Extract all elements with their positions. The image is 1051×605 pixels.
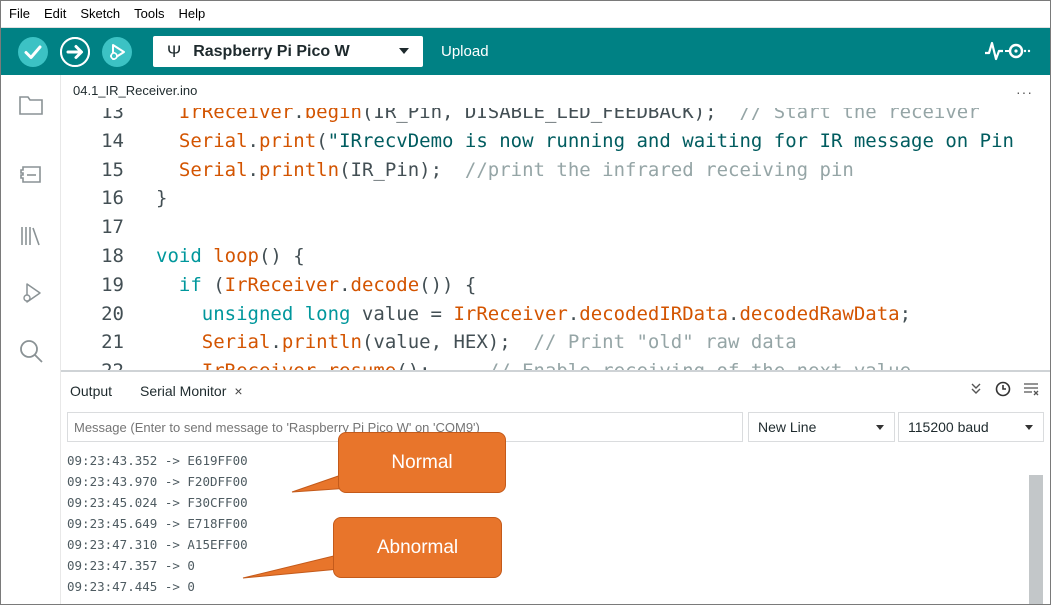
debug-button[interactable] — [102, 37, 132, 67]
autoscroll-icon[interactable] — [969, 382, 983, 396]
library-icon[interactable] — [18, 223, 44, 249]
menu-file[interactable]: File — [9, 6, 30, 21]
timestamp-icon[interactable] — [995, 381, 1011, 397]
callout-abnormal: Abnormal — [333, 517, 502, 578]
baud-rate-value: 115200 baud — [908, 419, 989, 435]
board-name: Raspberry Pi Pico W — [193, 42, 350, 60]
code-text: unsigned long value = IrReceiver.decoded… — [201, 302, 912, 325]
line-number: 15 — [101, 158, 124, 181]
line-number: 19 — [101, 273, 124, 296]
code-text: Serial.print("IRrecvDemo is now running … — [178, 129, 1026, 152]
code-line: 15 Serial.println(IR_Pin); //print the i… — [61, 156, 1051, 184]
line-number: 13 — [101, 108, 124, 123]
code-text: Serial.println(value, HEX); // Print "ol… — [201, 331, 797, 354]
code-line: 14 Serial.print("IRrecvDemo is now runni… — [61, 127, 1051, 155]
board-selector[interactable]: Ψ Raspberry Pi Pico W — [153, 36, 423, 67]
serial-line: 09:23:47.310 -> A15EFF00 — [67, 537, 248, 552]
code-line: 18 void loop() { — [61, 242, 1051, 270]
line-number: 22 — [61, 357, 124, 370]
serial-monitor-button[interactable] — [1004, 39, 1032, 68]
baud-rate-select[interactable]: 115200 baud — [898, 412, 1044, 442]
code-editor[interactable]: 13 IrReceiver.begin(IR_Pin, DISABLE_LED_… — [61, 108, 1051, 370]
code-line: 16} — [61, 184, 1051, 212]
line-number: 21 — [101, 331, 124, 354]
more-icon[interactable]: ··· — [1016, 84, 1033, 100]
tab-serial-monitor[interactable]: Serial Monitor × — [140, 383, 243, 399]
serial-line: 09:23:45.649 -> E718FF00 — [67, 516, 248, 531]
serial-line: 09:23:45.024 -> F30CFF00 — [67, 495, 248, 510]
check-icon — [24, 45, 42, 59]
code-line: 22 IrReceiver.resume(); // Enable receiv… — [61, 357, 1051, 370]
board-manager-icon[interactable] — [18, 161, 44, 187]
callout-normal: Normal — [338, 432, 506, 493]
upload-tooltip: Upload — [441, 43, 489, 60]
editor-tabbar: 04.1_IR_Receiver.ino ··· — [61, 75, 1051, 108]
debug-icon — [110, 44, 125, 60]
menu-sketch[interactable]: Sketch — [80, 6, 120, 21]
clear-output-icon[interactable] — [1023, 382, 1039, 396]
upload-button[interactable] — [60, 37, 90, 67]
panel-tabbar: Output Serial Monitor × — [61, 372, 1051, 408]
code-text: IrReceiver.begin(IR_Pin, DISABLE_LED_FEE… — [178, 108, 980, 123]
menu-tools[interactable]: Tools — [134, 6, 164, 21]
tab-sketch-file[interactable]: 04.1_IR_Receiver.ino — [61, 75, 210, 108]
toolbar: Ψ Raspberry Pi Pico W Upload — [0, 28, 1051, 75]
line-number: 18 — [101, 245, 124, 267]
line-ending-value: New Line — [758, 419, 817, 435]
panel-actions — [969, 381, 1039, 397]
menu-edit[interactable]: Edit — [44, 6, 66, 21]
usb-icon: Ψ — [167, 41, 182, 61]
serial-output[interactable]: 09:23:43.352 -> E619FF00 09:23:43.970 ->… — [61, 445, 1051, 605]
folder-icon[interactable] — [18, 92, 44, 118]
menu-help[interactable]: Help — [178, 6, 205, 21]
serial-line: 09:23:47.445 -> 0 — [67, 579, 195, 594]
code-text: void loop() { — [156, 245, 305, 267]
code-line: 20 unsigned long value = IrReceiver.deco… — [61, 300, 1051, 328]
line-number: 14 — [101, 129, 124, 152]
arrow-right-icon — [60, 37, 90, 67]
menu-bar: File Edit Sketch Tools Help — [0, 0, 1051, 28]
chevron-down-icon — [1025, 425, 1033, 430]
line-number: 17 — [101, 216, 124, 239]
serial-line: 09:23:43.352 -> E619FF00 — [67, 453, 248, 468]
chevron-down-icon — [399, 48, 409, 54]
sidebar — [0, 75, 61, 605]
code-line: 19 if (IrReceiver.decode()) { — [61, 271, 1051, 299]
tab-serial-monitor-label: Serial Monitor — [140, 383, 227, 399]
tab-output[interactable]: Output — [70, 383, 112, 399]
code-line: 13 IrReceiver.begin(IR_Pin, DISABLE_LED_… — [61, 108, 1051, 126]
chevron-down-icon — [876, 425, 884, 430]
serial-plotter-button[interactable] — [983, 39, 1005, 68]
verify-button[interactable] — [18, 37, 48, 67]
close-icon[interactable]: × — [234, 383, 242, 399]
magnifier-icon — [1005, 43, 1031, 59]
search-icon[interactable] — [18, 338, 44, 364]
serial-line: 09:23:43.970 -> F20DFF00 — [67, 474, 248, 489]
code-line: 17 — [61, 213, 1051, 241]
message-bar: New Line 115200 baud — [61, 410, 1051, 444]
line-number: 16 — [101, 187, 124, 210]
line-number: 20 — [101, 302, 124, 325]
pulse-icon — [985, 41, 1003, 61]
code-text: } — [156, 187, 168, 210]
serial-line: 09:23:47.357 -> 0 — [67, 558, 195, 573]
code-line: 21 Serial.println(value, HEX); // Print … — [61, 328, 1051, 356]
code-text: if (IrReceiver.decode()) { — [178, 273, 477, 296]
line-ending-select[interactable]: New Line — [748, 412, 895, 442]
debug-sidebar-icon[interactable] — [18, 280, 44, 306]
code-text: Serial.println(IR_Pin); //print the infr… — [178, 158, 854, 181]
serial-scrollbar[interactable] — [1029, 475, 1043, 605]
code-text: IrReceiver.resume(); // Enable receiving… — [156, 357, 911, 370]
